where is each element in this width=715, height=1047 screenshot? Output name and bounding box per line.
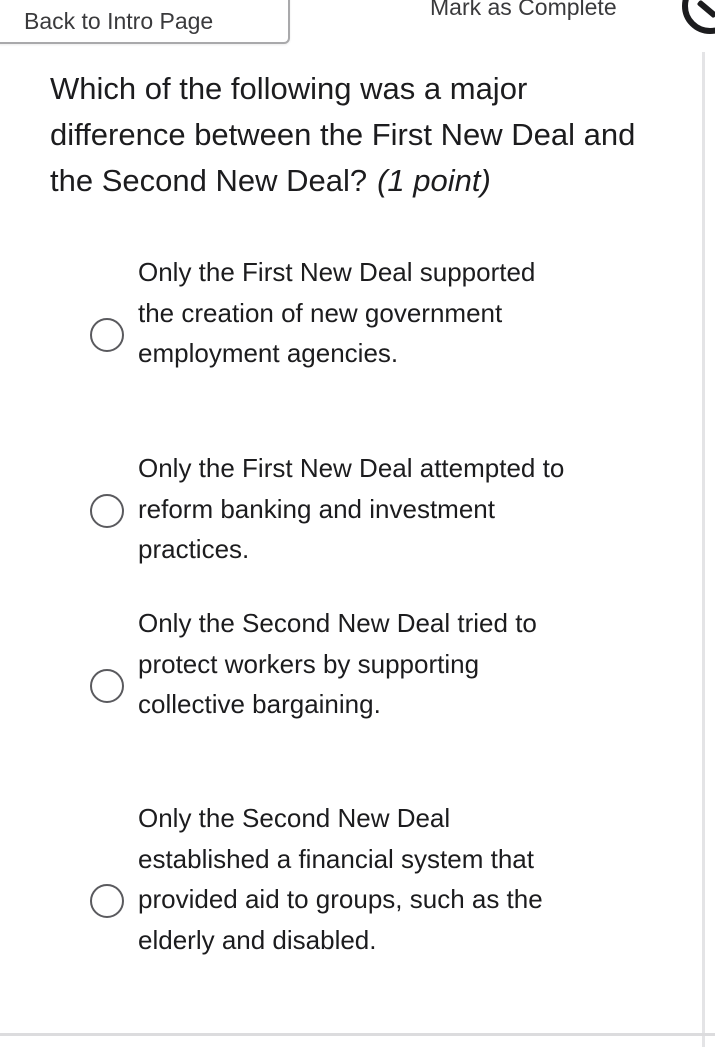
answer-option[interactable]: Only the Second New Deal established a f… [90, 798, 610, 1001]
quiz-page: Back to Intro Page Mark as Complete Whic… [0, 0, 715, 1047]
answer-option-label: Only the Second New Deal established a f… [138, 803, 543, 955]
radio-button[interactable] [90, 884, 124, 918]
question-text: Which of the following was a major diffe… [50, 71, 636, 198]
question-prompt: Which of the following was a major diffe… [50, 66, 650, 204]
check-circle-icon[interactable] [682, 0, 715, 34]
scrollbar-track [702, 52, 705, 1047]
answer-option[interactable]: Only the First New Deal supported the cr… [90, 252, 610, 414]
radio-button[interactable] [90, 494, 124, 528]
bottom-divider [0, 1033, 715, 1036]
answer-option[interactable]: Only the First New Deal attempted to ref… [90, 448, 610, 570]
back-to-intro-button[interactable]: Back to Intro Page [0, 0, 290, 44]
top-bar: Back to Intro Page Mark as Complete [0, 0, 715, 50]
answer-option-label: Only the Second New Deal tried to protec… [138, 608, 537, 719]
answer-option-label: Only the First New Deal supported the cr… [138, 257, 536, 368]
radio-button[interactable] [90, 669, 124, 703]
answer-option-label: Only the First New Deal attempted to ref… [138, 453, 565, 564]
question-points: (1 point) [377, 163, 491, 198]
answer-option[interactable]: Only the Second New Deal tried to protec… [90, 603, 610, 765]
radio-button[interactable] [90, 318, 124, 352]
mark-as-complete-button[interactable]: Mark as Complete [430, 0, 617, 21]
